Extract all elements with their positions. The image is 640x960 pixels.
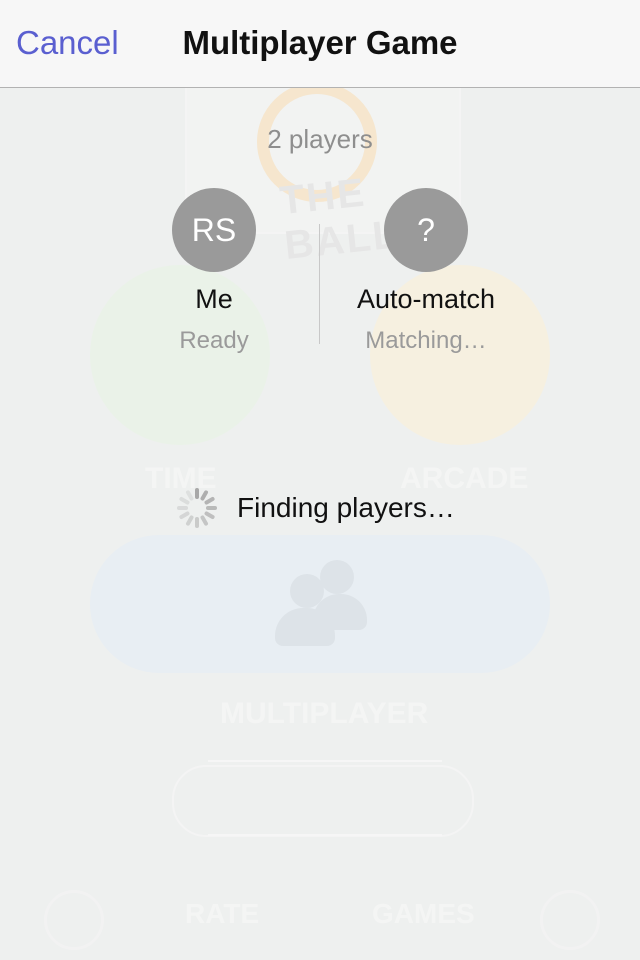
games-label: GAMES [372, 898, 475, 929]
player-slot-me: RS Me Ready [104, 188, 324, 355]
avatar: RS [172, 188, 256, 272]
finding-players-indicator: Finding players… [176, 486, 455, 530]
people-icon [275, 560, 370, 650]
page-title: Multiplayer Game [182, 24, 458, 61]
divider-line [208, 760, 442, 762]
corner-icon [540, 890, 600, 950]
avatar: ? [384, 188, 468, 272]
player-name: Me [195, 284, 233, 314]
divider-line [208, 834, 442, 836]
player-status: Matching… [365, 327, 487, 354]
multiplayer-label: MULTIPLAYER [220, 697, 429, 730]
corner-icon [44, 890, 104, 950]
player-slot-auto-match[interactable]: ? Auto-match Matching… [316, 188, 536, 355]
rate-label: RATE [185, 898, 260, 929]
finding-players-text: Finding players… [237, 492, 455, 523]
faded-button-outline [172, 765, 474, 837]
multiplayer-pill [90, 535, 550, 673]
player-status: Ready [179, 327, 249, 354]
player-count: 2 players [267, 124, 373, 154]
player-name: Auto-match [356, 284, 496, 314]
spinner-icon [176, 487, 218, 529]
navigation-bar: Cancel Multiplayer Game [0, 0, 640, 88]
